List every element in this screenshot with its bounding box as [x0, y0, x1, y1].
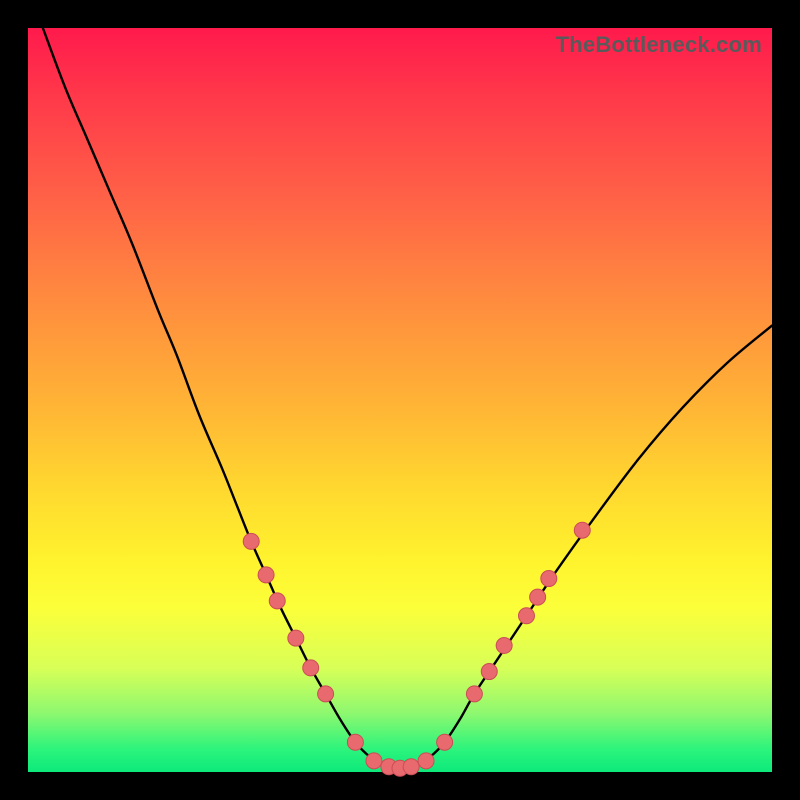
- chart-frame: TheBottleneck.com: [0, 0, 800, 800]
- data-marker: [481, 664, 497, 680]
- plot-area: TheBottleneck.com: [28, 28, 772, 772]
- data-marker: [258, 567, 274, 583]
- data-marker: [269, 593, 285, 609]
- data-marker: [366, 753, 382, 769]
- bottleneck-curve: [43, 28, 772, 768]
- data-marker: [347, 734, 363, 750]
- data-marker: [303, 660, 319, 676]
- data-marker: [530, 589, 546, 605]
- data-marker: [518, 608, 534, 624]
- data-marker: [496, 638, 512, 654]
- data-marker: [243, 533, 259, 549]
- data-marker: [288, 630, 304, 646]
- data-marker: [418, 753, 434, 769]
- data-marker: [574, 522, 590, 538]
- data-marker: [437, 734, 453, 750]
- marker-group: [243, 522, 590, 776]
- data-marker: [318, 686, 334, 702]
- chart-svg: [28, 28, 772, 772]
- data-marker: [403, 759, 419, 775]
- data-marker: [466, 686, 482, 702]
- data-marker: [541, 571, 557, 587]
